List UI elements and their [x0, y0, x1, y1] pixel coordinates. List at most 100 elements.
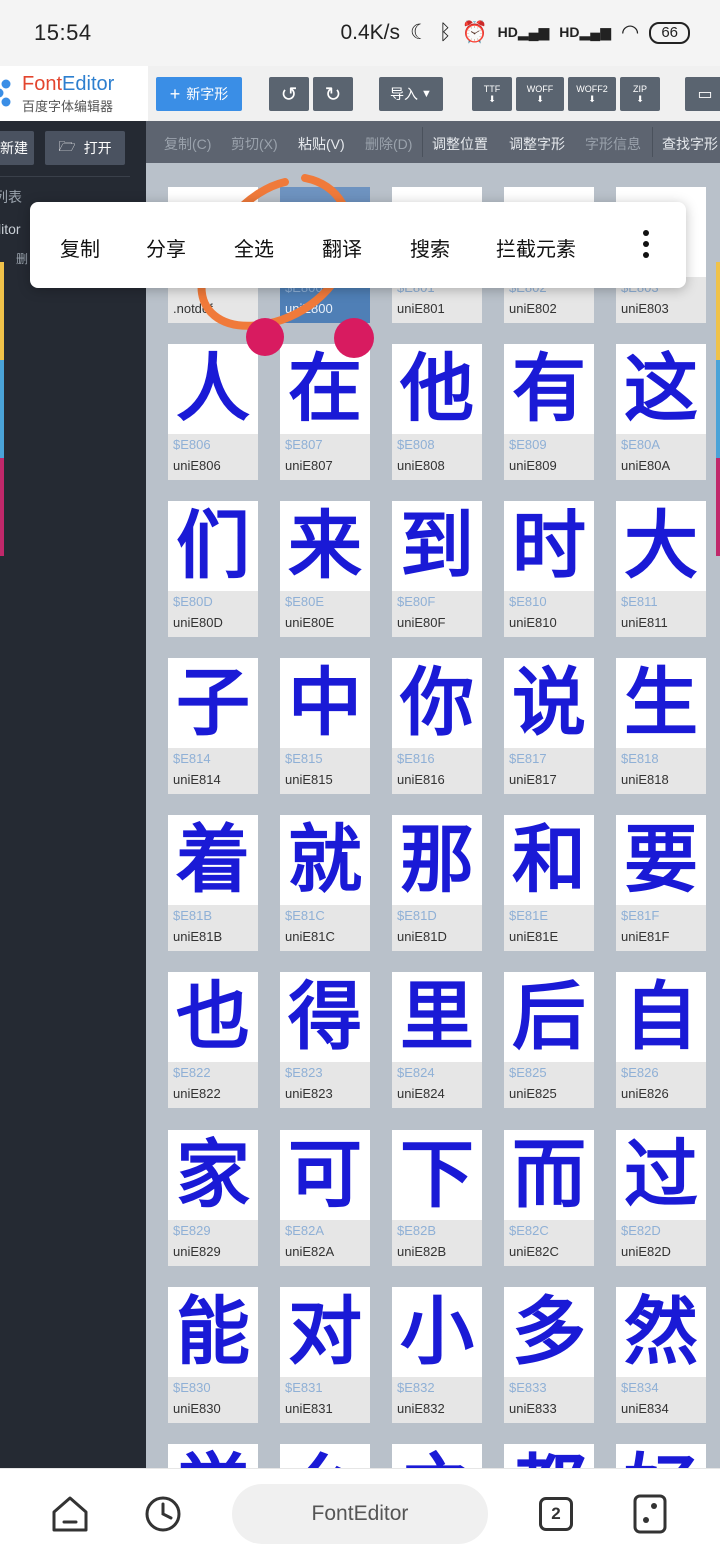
right-accent-yellow: [716, 262, 720, 360]
sidebar-open-button[interactable]: 🗁 打开: [45, 131, 125, 165]
glyph-preview: 多: [504, 1287, 594, 1377]
menu-icon[interactable]: [628, 1492, 672, 1536]
glyph-cell[interactable]: 么: [280, 1444, 370, 1468]
new-glyph-button[interactable]: + 新字形: [156, 77, 242, 111]
export-woff2-button[interactable]: WOFF2 ⬇: [568, 77, 616, 111]
glyph-cell[interactable]: 来 $E80E uniE80E: [280, 501, 370, 637]
export-ttf-button[interactable]: TTF ⬇: [472, 77, 512, 111]
glyph-name: uniE81D: [397, 929, 447, 944]
selection-handle-left[interactable]: [246, 318, 284, 356]
glyph-cell[interactable]: 子 $E814 uniE814: [168, 658, 258, 794]
undo-button[interactable]: ↺: [269, 77, 309, 111]
glyph-name: uniE803: [621, 301, 669, 316]
glyph-cell[interactable]: 后 $E825 uniE825: [504, 972, 594, 1108]
glyph-code: $E807: [285, 437, 323, 452]
glyph-code: $E834: [621, 1380, 659, 1395]
glyph-cell[interactable]: 好: [616, 1444, 706, 1468]
glyph-cell[interactable]: 学: [168, 1444, 258, 1468]
glyph-cell[interactable]: 之: [392, 1444, 482, 1468]
glyph-cell[interactable]: 家 $E829 uniE829: [168, 1130, 258, 1266]
address-bar[interactable]: FontEditor: [232, 1484, 488, 1544]
glyph-name: uniE816: [397, 772, 445, 787]
export-zip-button[interactable]: ZIP ⬇: [620, 77, 660, 111]
tabs-button[interactable]: 2: [534, 1492, 578, 1536]
adjust-glyph-button[interactable]: 调整字形: [509, 134, 565, 154]
glyph-cell[interactable]: 多 $E833 uniE833: [504, 1287, 594, 1423]
glyph-cell[interactable]: 说 $E817 uniE817: [504, 658, 594, 794]
context-copy[interactable]: 复制: [60, 233, 100, 262]
glyph-name: uniE82B: [397, 1244, 447, 1259]
glyph-cell[interactable]: 小 $E832 uniE832: [392, 1287, 482, 1423]
adjust-position-button[interactable]: 调整位置: [432, 134, 488, 154]
glyph-name: uniE825: [509, 1086, 557, 1101]
edit-copy-button[interactable]: 复制(C): [164, 134, 211, 154]
status-time: 15:54: [34, 20, 92, 45]
glyph-cell[interactable]: 到 $E80F uniE80F: [392, 501, 482, 637]
glyph-cell[interactable]: 得 $E823 uniE823: [280, 972, 370, 1108]
glyph-code: $E817: [509, 751, 547, 766]
sidebar-list-label: 列表: [0, 189, 22, 205]
glyph-cell[interactable]: 中 $E815 uniE815: [280, 658, 370, 794]
glyph-cell[interactable]: 都: [504, 1444, 594, 1468]
download-icon: ⬇: [488, 94, 496, 104]
glyph-code: $E80E: [285, 594, 325, 609]
glyph-cell[interactable]: 自 $E826 uniE826: [616, 972, 706, 1108]
glyph-cell[interactable]: 可 $E82A uniE82A: [280, 1130, 370, 1266]
glyph-info-button[interactable]: 字形信息: [585, 134, 641, 154]
glyph-cell[interactable]: 时 $E810 uniE810: [504, 501, 594, 637]
glyph-cell[interactable]: 这 $E80A uniE80A: [616, 344, 706, 480]
undo-icon: ↺: [280, 83, 298, 106]
glyph-cell[interactable]: 那 $E81D uniE81D: [392, 815, 482, 951]
edit-paste-button[interactable]: 粘贴(V): [298, 134, 345, 154]
sidebar-item-delete[interactable]: 删: [16, 250, 28, 267]
glyph-cell[interactable]: 而 $E82C uniE82C: [504, 1130, 594, 1266]
glyph-cell[interactable]: 着 $E81B uniE81B: [168, 815, 258, 951]
glyph-cell[interactable]: 也 $E822 uniE822: [168, 972, 258, 1108]
glyph-name: uniE82C: [509, 1244, 559, 1259]
glyph-cell[interactable]: 下 $E82B uniE82B: [392, 1130, 482, 1266]
glyph-cell[interactable]: 们 $E80D uniE80D: [168, 501, 258, 637]
glyph-cell[interactable]: 他 $E808 uniE808: [392, 344, 482, 480]
glyph-name: uniE809: [509, 458, 557, 473]
glyph-name: uniE80F: [397, 615, 446, 630]
context-select-all[interactable]: 全选: [234, 233, 274, 262]
selection-handle-right[interactable]: [334, 318, 374, 358]
glyph-cell[interactable]: 有 $E809 uniE809: [504, 344, 594, 480]
find-glyph-button[interactable]: 查找字形: [662, 134, 718, 154]
context-block-element[interactable]: 拦截元素: [496, 233, 576, 262]
export-woff-button[interactable]: WOFF ⬇: [516, 77, 564, 111]
home-icon[interactable]: [48, 1492, 92, 1536]
glyph-cell[interactable]: 和 $E81E uniE81E: [504, 815, 594, 951]
history-icon[interactable]: [141, 1492, 185, 1536]
glyph-code: $E810: [509, 594, 547, 609]
glyph-name: uniE818: [621, 772, 669, 787]
glyph-preview: 说: [504, 658, 594, 748]
glyph-cell[interactable]: 里 $E824 uniE824: [392, 972, 482, 1108]
glyph-cell[interactable]: 你 $E816 uniE816: [392, 658, 482, 794]
glyph-cell[interactable]: 就 $E81C uniE81C: [280, 815, 370, 951]
glyph-cell[interactable]: 要 $E81F uniE81F: [616, 815, 706, 951]
sidebar-new-button[interactable]: 新建: [0, 131, 34, 165]
disk-button[interactable]: ▭: [685, 77, 720, 111]
glyph-name: uniE80D: [173, 615, 223, 630]
more-options-icon[interactable]: [636, 228, 656, 262]
sidebar-item-label[interactable]: litor: [0, 221, 21, 237]
context-translate[interactable]: 翻译: [322, 233, 362, 262]
glyph-cell[interactable]: 过 $E82D uniE82D: [616, 1130, 706, 1266]
redo-button[interactable]: ↻: [313, 77, 353, 111]
glyph-cell[interactable]: 生 $E818 uniE818: [616, 658, 706, 794]
import-button[interactable]: 导入 ▼: [379, 77, 443, 111]
glyph-preview: 然: [616, 1287, 706, 1377]
context-share[interactable]: 分享: [146, 233, 186, 262]
glyph-name: uniE801: [397, 301, 445, 316]
glyph-cell[interactable]: 对 $E831 uniE831: [280, 1287, 370, 1423]
edit-delete-button[interactable]: 删除(D): [365, 134, 412, 154]
glyph-preview: 着: [168, 815, 258, 905]
glyph-code: $E82B: [397, 1223, 437, 1238]
edit-cut-button[interactable]: 剪切(X): [231, 134, 278, 154]
context-search[interactable]: 搜索: [410, 233, 450, 262]
glyph-name: uniE834: [621, 1401, 669, 1416]
glyph-cell[interactable]: 能 $E830 uniE830: [168, 1287, 258, 1423]
glyph-cell[interactable]: 然 $E834 uniE834: [616, 1287, 706, 1423]
glyph-cell[interactable]: 大 $E811 uniE811: [616, 501, 706, 637]
